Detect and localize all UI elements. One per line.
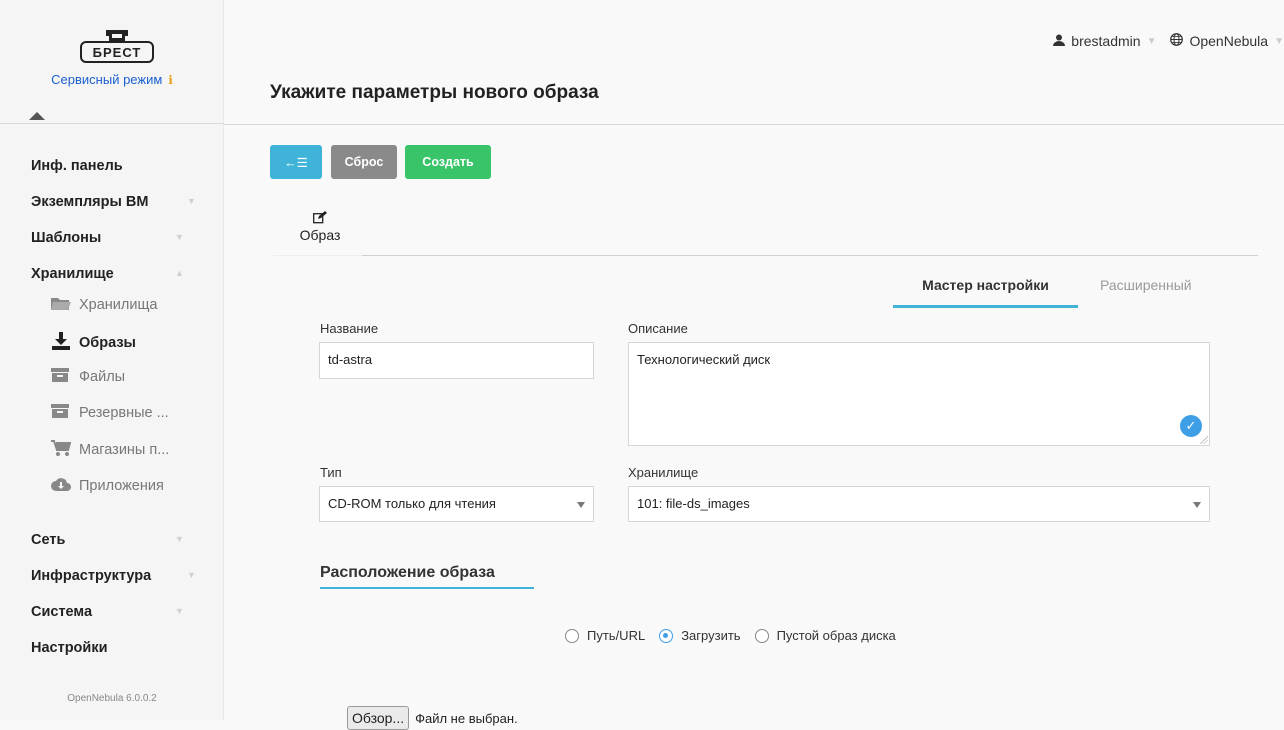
sidebar-item-marketplaces[interactable]: Магазины п... (51, 440, 169, 460)
chevron-down-icon: ▼ (1274, 35, 1284, 47)
location-radio-group: Путь/URL Загрузить Пустой образ диска (565, 628, 910, 643)
edit-icon (290, 211, 350, 227)
cloud-download-icon (51, 476, 73, 496)
image-location-title: Расположение образа (320, 564, 495, 581)
sidebar-item-templates[interactable]: Шаблоны (31, 230, 101, 246)
type-label: Тип (320, 465, 342, 480)
username: brestadmin (1071, 33, 1141, 49)
radio-button-selected[interactable] (659, 628, 674, 643)
description-label: Описание (628, 321, 688, 336)
sidebar-item-dashboard[interactable]: Инф. панель (31, 158, 123, 174)
sidebar-item-apps[interactable]: Приложения (51, 476, 164, 496)
zone-name: OpenNebula (1189, 33, 1269, 49)
collapse-arrow-icon[interactable] (29, 112, 45, 120)
resize-grip-icon[interactable] (1200, 436, 1208, 444)
tab-image[interactable]: Образ (290, 211, 350, 243)
zone-menu[interactable]: OpenNebula ▼ (1170, 33, 1284, 49)
svg-text:БРЕСТ: БРЕСТ (93, 45, 142, 60)
globe-icon (1170, 33, 1184, 49)
browse-button[interactable]: Обзор... (347, 706, 410, 730)
name-input[interactable]: td-astra (319, 342, 594, 379)
sidebar-item-vms[interactable]: Экземпляры ВМ (31, 194, 148, 210)
info-icon[interactable]: ℹ (168, 73, 173, 87)
title-divider (224, 124, 1284, 125)
chevron-down-icon[interactable]: ▼ (175, 606, 184, 616)
sidebar-item-system[interactable]: Система (31, 604, 92, 620)
sidebar-item-infrastructure[interactable]: Инфраструктура (31, 568, 151, 584)
user-menu[interactable]: brestadmin ▼ (1053, 33, 1156, 49)
tab-label: Образ (299, 227, 341, 243)
tab-divider (362, 255, 1258, 256)
name-label: Название (320, 321, 379, 336)
reset-button[interactable]: Сброс (331, 145, 397, 179)
shopping-cart-icon (51, 440, 73, 460)
check-circle-icon: ✓ (1180, 415, 1202, 437)
sidebar-item-label: Хранилища (79, 297, 158, 313)
archive-icon (51, 404, 73, 422)
user-bar: brestadmin ▼ OpenNebula ▼ (1053, 33, 1284, 49)
radio-path-url[interactable]: Путь/URL (565, 628, 645, 643)
tab-advanced[interactable]: Расширенный (1100, 277, 1192, 293)
folder-icon (51, 296, 73, 314)
download-icon (51, 332, 73, 354)
chevron-down-icon: ▼ (1146, 35, 1157, 47)
back-to-list-button[interactable]: ←☰ (270, 145, 322, 179)
chevron-down-icon (1193, 502, 1201, 508)
back-list-icon: ←☰ (284, 155, 308, 170)
sidebar-item-storage[interactable]: Хранилище (31, 266, 114, 282)
user-icon (1053, 33, 1066, 49)
sidebar: БРЕСТ Сервисный режим ℹ Инф. панель Экзем… (0, 0, 224, 720)
sidebar-item-datastores[interactable]: Хранилища (51, 296, 157, 314)
radio-label: Пустой образ диска (776, 628, 896, 643)
create-button[interactable]: Создать (405, 145, 491, 179)
version-label: OpenNebula 6.0.0.2 (67, 693, 157, 704)
brest-logo[interactable]: БРЕСТ (79, 28, 155, 66)
service-mode-label: Сервисный режим ℹ (0, 72, 224, 87)
chevron-down-icon (577, 502, 585, 508)
section-underline (320, 587, 534, 589)
archive-icon (51, 368, 73, 386)
page-title: Укажите параметры нового образа (270, 82, 599, 103)
no-file-label: Файл не выбран. (415, 710, 518, 726)
service-mode-text: Сервисный режим (51, 72, 163, 87)
radio-upload[interactable]: Загрузить (659, 628, 741, 643)
sidebar-item-label: Резервные ... (79, 405, 169, 421)
datastore-label: Хранилище (628, 465, 699, 480)
chevron-down-icon[interactable]: ▼ (175, 232, 184, 242)
datastore-select[interactable]: 101: file-ds_images (628, 486, 1210, 522)
chevron-up-icon[interactable]: ▲ (175, 268, 184, 278)
tab-underline (273, 255, 362, 256)
sidebar-item-backups[interactable]: Резервные ... (51, 404, 169, 422)
chevron-down-icon[interactable]: ▼ (175, 534, 184, 544)
chevron-down-icon[interactable]: ▼ (187, 196, 196, 206)
type-select[interactable]: CD-ROM только для чтения (319, 486, 594, 522)
chevron-down-icon[interactable]: ▼ (187, 570, 196, 580)
sidebar-item-label: Магазины п... (79, 442, 170, 458)
sidebar-item-label: Образы (79, 335, 136, 351)
radio-label: Путь/URL (587, 628, 646, 643)
description-value: Технологический диск (637, 352, 771, 367)
sidebar-item-images[interactable]: Образы (51, 332, 136, 354)
radio-empty-disk[interactable]: Пустой образ диска (754, 628, 896, 643)
sidebar-divider (0, 123, 224, 124)
description-textarea[interactable]: Технологический диск ✓ (628, 342, 1210, 446)
sidebar-item-network[interactable]: Сеть (31, 532, 65, 548)
file-input: Обзор... Файл не выбран. (347, 706, 518, 730)
radio-button[interactable] (565, 628, 579, 643)
datastore-value: 101: file-ds_images (637, 496, 750, 511)
type-value: CD-ROM только для чтения (328, 496, 496, 511)
tab-wizard[interactable]: Мастер настройки (893, 277, 1078, 308)
sidebar-item-label: Приложения (79, 478, 164, 494)
radio-label: Загрузить (681, 628, 741, 643)
sidebar-item-label: Файлы (79, 369, 126, 385)
radio-button[interactable] (754, 628, 769, 643)
sidebar-item-files[interactable]: Файлы (51, 368, 125, 386)
name-value: td-astra (328, 352, 373, 367)
sidebar-item-settings[interactable]: Настройки (31, 640, 108, 656)
